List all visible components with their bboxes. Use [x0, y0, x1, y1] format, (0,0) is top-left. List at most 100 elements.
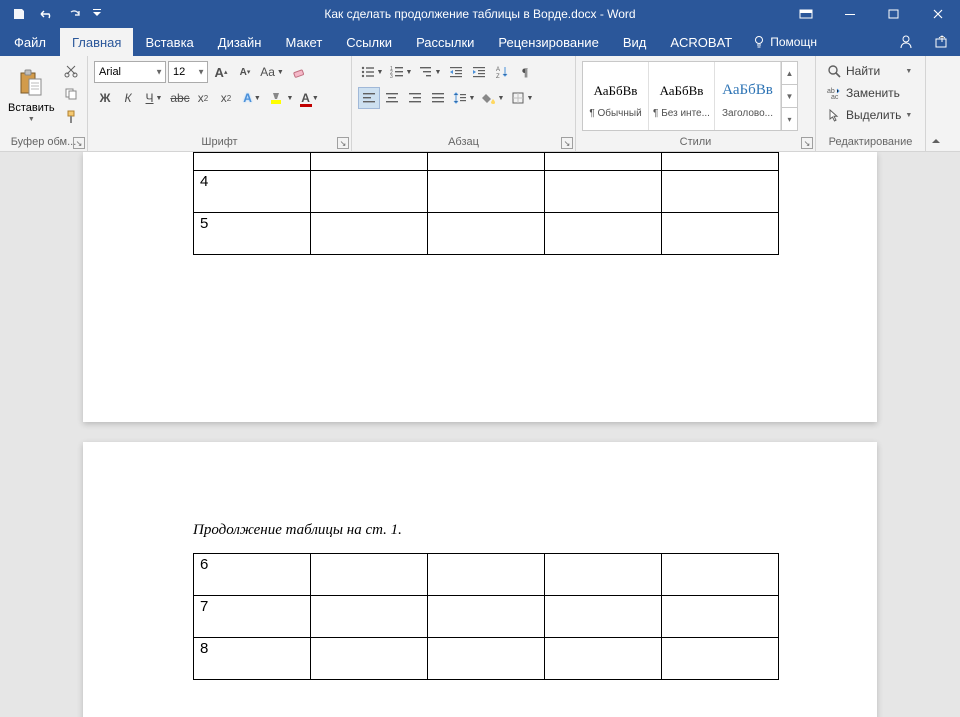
- bullets-button[interactable]: ▼: [358, 61, 386, 83]
- table-cell[interactable]: [311, 213, 428, 255]
- continuation-caption[interactable]: Продолжение таблицы на ст. 1.: [193, 522, 877, 539]
- table-cell[interactable]: [545, 171, 662, 213]
- sort-button[interactable]: AZ: [491, 61, 513, 83]
- close-button[interactable]: [916, 0, 960, 28]
- table-cell[interactable]: [662, 171, 779, 213]
- styles-gallery[interactable]: АаБбВв ¶ Обычный АаБбВв ¶ Без инте... Аа…: [582, 61, 798, 131]
- table-cell[interactable]: [662, 554, 779, 596]
- copy-button[interactable]: [61, 84, 81, 104]
- replace-button[interactable]: abac Заменить: [822, 83, 916, 103]
- tab-insert[interactable]: Вставка: [133, 28, 205, 56]
- page-2[interactable]: Продолжение таблицы на ст. 1. 6 7 8: [83, 442, 877, 717]
- line-spacing-button[interactable]: ▼: [450, 87, 478, 109]
- ribbon-collapse[interactable]: [926, 56, 946, 151]
- table-cell[interactable]: [662, 596, 779, 638]
- table-cell[interactable]: [428, 171, 545, 213]
- shrink-font-button[interactable]: A▾: [234, 61, 256, 83]
- undo-button[interactable]: [34, 2, 60, 26]
- borders-button[interactable]: ▼: [508, 87, 536, 109]
- minimize-button[interactable]: [828, 0, 872, 28]
- table-cell[interactable]: [311, 171, 428, 213]
- ribbon-display-button[interactable]: [784, 0, 828, 28]
- table-cell[interactable]: 7: [194, 596, 311, 638]
- redo-button[interactable]: [62, 2, 88, 26]
- tab-home[interactable]: Главная: [60, 28, 133, 56]
- shading-button[interactable]: ▼: [479, 87, 507, 109]
- table-cell[interactable]: [545, 596, 662, 638]
- tab-view[interactable]: Вид: [611, 28, 659, 56]
- style-no-spacing[interactable]: АаБбВв ¶ Без инте...: [649, 62, 715, 130]
- style-heading1[interactable]: АаБбВв Заголово...: [715, 62, 781, 130]
- align-left-button[interactable]: [358, 87, 380, 109]
- tab-acrobat[interactable]: ACROBAT: [658, 28, 744, 56]
- tab-review[interactable]: Рецензирование: [486, 28, 610, 56]
- change-case-button[interactable]: Aa▼: [258, 61, 286, 83]
- numbering-button[interactable]: 123▼: [387, 61, 415, 83]
- table-cell[interactable]: 8: [194, 638, 311, 680]
- table-cell[interactable]: 4: [194, 171, 311, 213]
- clipboard-launcher[interactable]: ↘: [73, 137, 85, 149]
- document-table-2[interactable]: 6 7 8: [193, 553, 779, 680]
- table-cell[interactable]: [428, 596, 545, 638]
- font-color-button[interactable]: A▼: [296, 87, 324, 109]
- styles-expand[interactable]: ▾: [782, 108, 797, 130]
- multilevel-list-button[interactable]: ▼: [416, 61, 444, 83]
- table-cell[interactable]: [428, 213, 545, 255]
- align-right-button[interactable]: [404, 87, 426, 109]
- bold-button[interactable]: Ж: [94, 87, 116, 109]
- highlight-button[interactable]: ▼: [267, 87, 295, 109]
- tab-design[interactable]: Дизайн: [206, 28, 274, 56]
- table-cell[interactable]: 5: [194, 213, 311, 255]
- show-marks-button[interactable]: ¶: [514, 61, 536, 83]
- font-size-combo[interactable]: 12▼: [168, 61, 208, 83]
- tell-me-search[interactable]: Помощн: [744, 28, 825, 56]
- styles-scroll-up[interactable]: ▲: [782, 62, 797, 85]
- cut-button[interactable]: [61, 61, 81, 81]
- share-button[interactable]: [924, 28, 960, 56]
- page-1[interactable]: 4 5: [83, 152, 877, 422]
- document-area[interactable]: 4 5 Продолжение таблицы на ст. 1. 6 7 8: [0, 152, 960, 717]
- table-cell[interactable]: [428, 638, 545, 680]
- save-button[interactable]: [6, 2, 32, 26]
- styles-scroll-down[interactable]: ▼: [782, 85, 797, 108]
- increase-indent-button[interactable]: [468, 61, 490, 83]
- table-cell[interactable]: [428, 554, 545, 596]
- grow-font-button[interactable]: A▴: [210, 61, 232, 83]
- table-cell[interactable]: 6: [194, 554, 311, 596]
- font-name-combo[interactable]: Arial▼: [94, 61, 166, 83]
- table-cell[interactable]: [545, 554, 662, 596]
- align-center-button[interactable]: [381, 87, 403, 109]
- table-cell[interactable]: [662, 638, 779, 680]
- tab-mailings[interactable]: Рассылки: [404, 28, 486, 56]
- find-button[interactable]: Найти ▼: [822, 61, 916, 81]
- qat-customize-button[interactable]: [90, 2, 104, 26]
- maximize-button[interactable]: [872, 0, 916, 28]
- decrease-indent-button[interactable]: [445, 61, 467, 83]
- underline-button[interactable]: Ч▼: [140, 87, 168, 109]
- strikethrough-button[interactable]: abc: [169, 87, 191, 109]
- styles-launcher[interactable]: ↘: [801, 137, 813, 149]
- table-cell[interactable]: [311, 596, 428, 638]
- account-button[interactable]: [888, 28, 924, 56]
- table-cell[interactable]: [545, 638, 662, 680]
- text-effects-button[interactable]: A▼: [238, 87, 266, 109]
- tab-file[interactable]: Файл: [0, 28, 60, 56]
- table-cell[interactable]: [311, 638, 428, 680]
- justify-button[interactable]: [427, 87, 449, 109]
- paragraph-launcher[interactable]: ↘: [561, 137, 573, 149]
- paste-button[interactable]: Вставить ▼: [4, 59, 59, 131]
- style-normal[interactable]: АаБбВв ¶ Обычный: [583, 62, 649, 130]
- format-painter-button[interactable]: [61, 107, 81, 127]
- table-cell[interactable]: [545, 213, 662, 255]
- table-cell[interactable]: [662, 213, 779, 255]
- superscript-button[interactable]: x2: [215, 87, 237, 109]
- clear-formatting-button[interactable]: [288, 61, 310, 83]
- select-button[interactable]: Выделить ▼: [822, 105, 916, 125]
- subscript-button[interactable]: x2: [192, 87, 214, 109]
- tab-references[interactable]: Ссылки: [334, 28, 404, 56]
- font-launcher[interactable]: ↘: [337, 137, 349, 149]
- table-cell[interactable]: [311, 554, 428, 596]
- tab-layout[interactable]: Макет: [273, 28, 334, 56]
- italic-button[interactable]: К: [117, 87, 139, 109]
- document-table-1[interactable]: 4 5: [193, 152, 779, 255]
